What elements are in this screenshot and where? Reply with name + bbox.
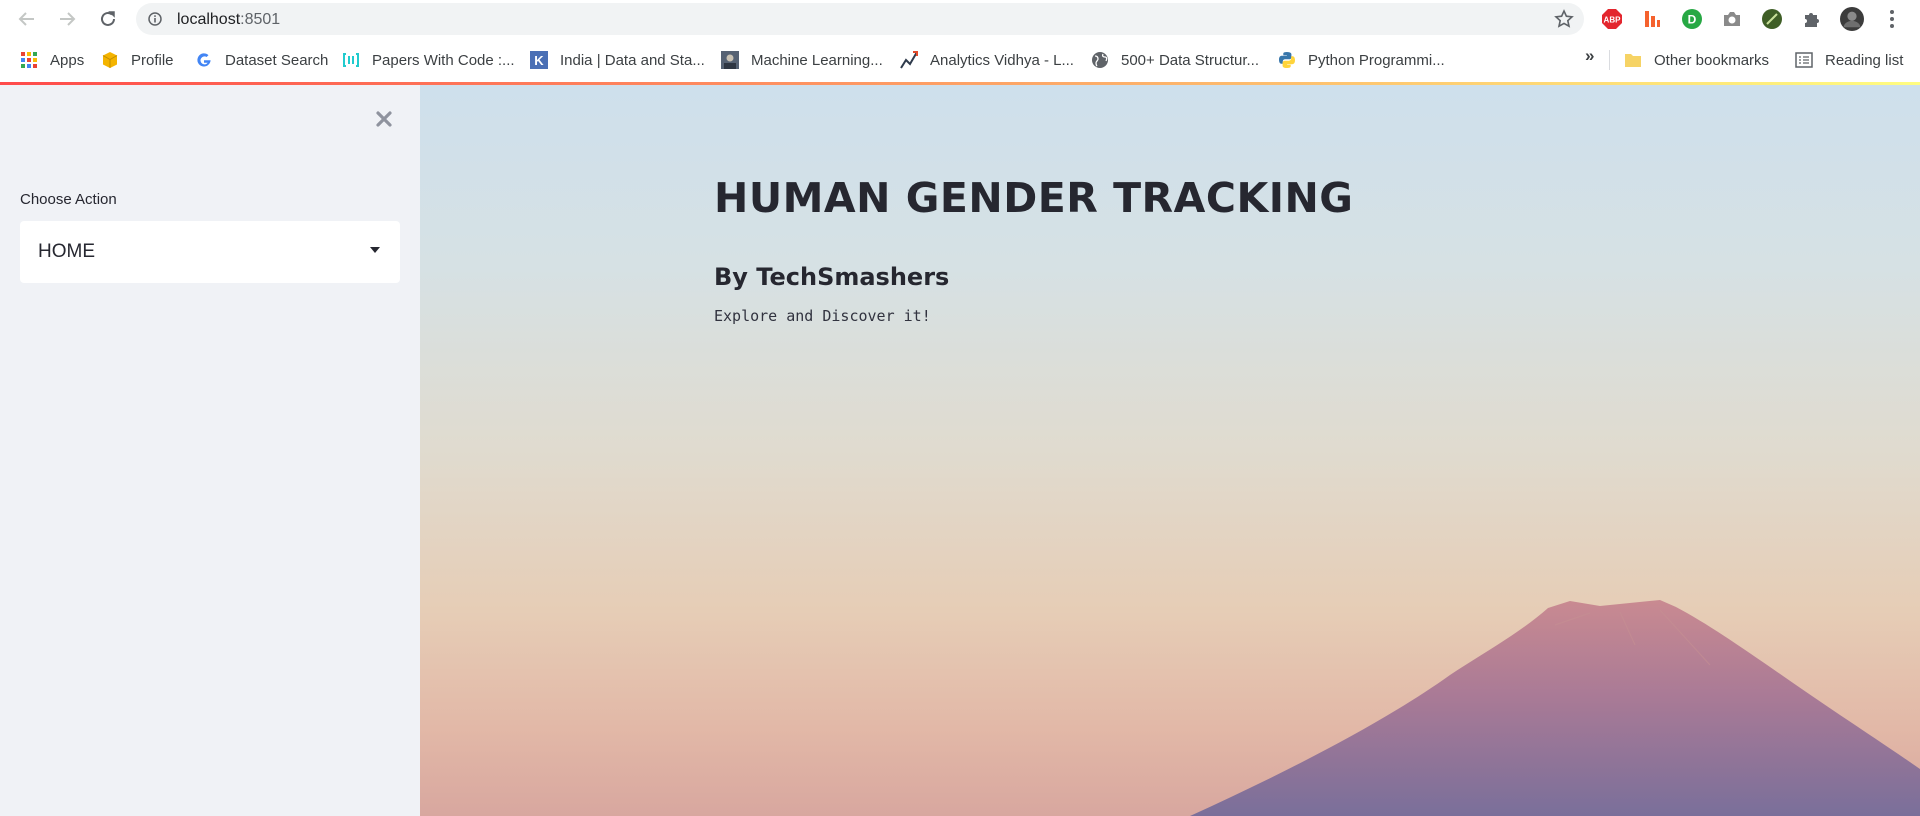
apps-grid-icon: [20, 51, 38, 69]
bookmark-label: Python Programmi...: [1308, 51, 1445, 69]
reading-list-button[interactable]: Reading list: [1795, 49, 1903, 71]
svg-text:K: K: [534, 53, 544, 68]
url-text: localhost:8501: [177, 11, 281, 28]
bookmarks-overflow-button[interactable]: »: [1585, 46, 1594, 66]
bookmark-label: Apps: [50, 51, 85, 69]
chevron-down-icon: [370, 247, 380, 253]
google-icon: [195, 51, 213, 69]
browser-toolbar: localhost:8501 ABP D: [0, 0, 1920, 38]
puzzle-extensions-icon[interactable]: [1800, 7, 1824, 31]
reload-button[interactable]: [96, 7, 120, 31]
kaggle-k-icon: K: [530, 51, 548, 69]
leaf-extension-icon[interactable]: [1760, 7, 1784, 31]
globe-icon: [1091, 51, 1109, 69]
bookmark-machine-learning[interactable]: Machine Learning...: [721, 49, 883, 71]
bookmark-label: Analytics Vidhya - L...: [930, 51, 1074, 69]
bookmark-other-bookmarks[interactable]: Other bookmarks: [1624, 49, 1769, 71]
address-bar[interactable]: localhost:8501: [136, 3, 1584, 35]
box-icon: [101, 51, 119, 69]
reading-list-icon: [1795, 51, 1813, 69]
bookmark-profile[interactable]: Profile: [101, 49, 174, 71]
page-title: HUMAN GENDER TRACKING: [714, 174, 1354, 222]
choose-action-label: Choose Action: [20, 191, 117, 208]
app-viewport: Choose Action HOME HUMAN GENDER TRACKING…: [0, 82, 1920, 816]
close-icon: [376, 111, 392, 127]
bookmark-apps[interactable]: Apps: [20, 49, 84, 71]
bookmark-label: Dataset Search: [225, 51, 329, 69]
sidebar-close-button[interactable]: [372, 107, 396, 131]
bookmark-dataset-search[interactable]: Dataset Search: [195, 49, 328, 71]
adblock-plus-icon[interactable]: ABP: [1600, 7, 1624, 31]
star-icon[interactable]: [1554, 9, 1574, 29]
bookmark-label: Papers With Code :...: [372, 51, 515, 69]
analytics-chart-icon: [900, 51, 918, 69]
bars-extension-icon[interactable]: [1640, 7, 1664, 31]
ml-thumbnail-icon: [721, 51, 739, 69]
action-select-value: HOME: [38, 241, 95, 262]
leaf-extension-icon-shape: [1762, 9, 1782, 29]
bookmark-label: India | Data and Sta...: [560, 51, 705, 69]
arrow-left-icon: [18, 12, 34, 26]
bookmark-label: Profile: [131, 51, 174, 69]
info-icon[interactable]: [148, 12, 162, 26]
page-tagline: Explore and Discover it!: [714, 307, 931, 325]
bookmark-data-structures[interactable]: 500+ Data Structur...: [1091, 49, 1259, 71]
back-button[interactable]: [15, 7, 39, 31]
camera-extension-icon-shape: [1724, 12, 1740, 26]
svg-text:D: D: [1688, 13, 1697, 27]
profile-avatar-icon[interactable]: [1840, 7, 1864, 31]
camera-extension-icon[interactable]: [1720, 7, 1744, 31]
reload-icon: [101, 11, 115, 26]
bookmark-label: Other bookmarks: [1654, 51, 1770, 69]
sidebar: Choose Action HOME: [0, 85, 420, 816]
kebab-menu-icon[interactable]: [1880, 7, 1904, 31]
main-content: HUMAN GENDER TRACKING By TechSmashers Ex…: [420, 85, 1920, 816]
bookmark-label: 500+ Data Structur...: [1121, 51, 1259, 69]
adblock-plus-icon-shape: ABP: [1602, 9, 1622, 29]
bookmark-label: Machine Learning...: [751, 51, 883, 69]
bookmark-analytics-vidhya[interactable]: Analytics Vidhya - L...: [900, 49, 1074, 71]
bars-extension-icon-shape: [1645, 11, 1660, 27]
python-icon: [1278, 51, 1296, 69]
papers-with-code-icon: [342, 51, 360, 69]
green-d-extension-icon[interactable]: D: [1680, 7, 1704, 31]
bookmarks-separator: [1609, 50, 1610, 70]
folder-icon: [1624, 51, 1642, 69]
bookmark-papers-with-code[interactable]: Papers With Code :...: [342, 49, 515, 71]
bookmark-python-programming[interactable]: Python Programmi...: [1278, 49, 1445, 71]
svg-text:ABP: ABP: [1604, 16, 1622, 25]
reading-list-label: Reading list: [1825, 51, 1904, 69]
green-d-extension-icon-shape: D: [1682, 9, 1702, 29]
action-select[interactable]: HOME: [20, 221, 400, 283]
page-subtitle: By TechSmashers: [714, 263, 950, 291]
puzzle-extensions-icon-shape: [1805, 13, 1819, 27]
kebab-menu-shape: [1890, 10, 1894, 28]
bookmark-india-data[interactable]: K India | Data and Sta...: [530, 49, 705, 71]
forward-button[interactable]: [55, 7, 79, 31]
profile-avatar-shape: [1840, 7, 1864, 31]
arrow-right-icon: [60, 12, 76, 26]
